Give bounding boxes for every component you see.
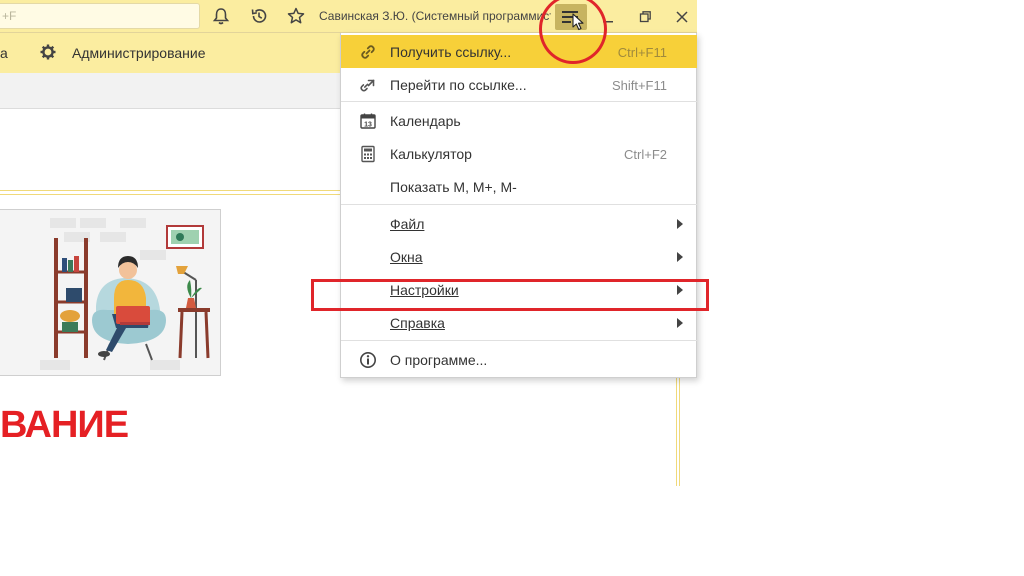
menu-separator <box>341 101 697 102</box>
gear-icon <box>40 44 56 60</box>
submenu-arrow-icon <box>677 219 683 229</box>
menu-item-label: Окна <box>390 249 423 265</box>
menu-item-shortcut: Ctrl+F11 <box>617 45 667 60</box>
menu-item-label: Справка <box>390 315 445 331</box>
menu-item-label: Калькулятор <box>390 146 472 162</box>
restore-icon[interactable] <box>636 8 654 26</box>
menu-item-calculator[interactable]: Калькулятор Ctrl+F2 <box>341 137 697 170</box>
annotation-highlight-box <box>311 279 709 311</box>
menu-item-show-memory[interactable]: Показать М, М+, М- <box>341 170 697 203</box>
close-icon[interactable] <box>673 8 691 26</box>
menu-item-go-to-link[interactable]: Перейти по ссылке... Shift+F11 <box>341 68 697 101</box>
calculator-icon <box>361 145 375 163</box>
submenu-arrow-icon <box>677 318 683 328</box>
menu-item-label: Календарь <box>390 113 461 129</box>
menu-item-shortcut: Shift+F11 <box>611 78 667 93</box>
menu-item-calendar[interactable]: 13 Календарь <box>341 104 697 137</box>
menu-separator <box>341 204 697 205</box>
divider <box>679 378 680 486</box>
history-icon[interactable] <box>249 6 269 26</box>
menu-item-label: Получить ссылку... <box>390 44 512 60</box>
freelancer-illustration <box>0 210 220 375</box>
star-icon[interactable] <box>286 6 306 26</box>
menu-item-label: Перейти по ссылке... <box>390 77 527 93</box>
bell-icon[interactable] <box>211 6 231 26</box>
menu-item-label: Файл <box>390 216 425 232</box>
info-icon <box>360 352 376 368</box>
section-item-label: Администрирование <box>72 45 206 61</box>
current-user-label[interactable]: Савинская З.Ю. (Системный программист) <box>319 9 551 25</box>
search-input[interactable]: +F <box>0 3 200 29</box>
menu-item-label: О программе... <box>390 352 488 368</box>
menu-item-about[interactable]: О программе... <box>341 343 697 376</box>
menu-item-get-link[interactable]: Получить ссылку... Ctrl+F11 <box>341 35 697 68</box>
menu-item-label: Показать М, М+, М- <box>390 179 517 195</box>
calendar-day: 13 <box>364 122 372 129</box>
main-menu-dropdown: Получить ссылку... Ctrl+F11 Перейти по с… <box>340 33 697 378</box>
submenu-arrow-icon <box>677 252 683 262</box>
go-to-link-icon <box>360 79 375 92</box>
section-item-partial[interactable]: а <box>0 45 8 61</box>
menu-item-windows[interactable]: Окна <box>341 240 697 273</box>
link-icon <box>361 45 375 59</box>
calendar-icon: 13 <box>360 113 376 129</box>
menu-separator <box>341 340 697 341</box>
banner-image <box>0 209 221 376</box>
menu-item-file[interactable]: Файл <box>341 207 697 240</box>
menu-item-shortcut: Ctrl+F2 <box>624 147 667 162</box>
banner-headline: ВАНИЕ <box>0 404 129 446</box>
divider <box>676 378 677 486</box>
